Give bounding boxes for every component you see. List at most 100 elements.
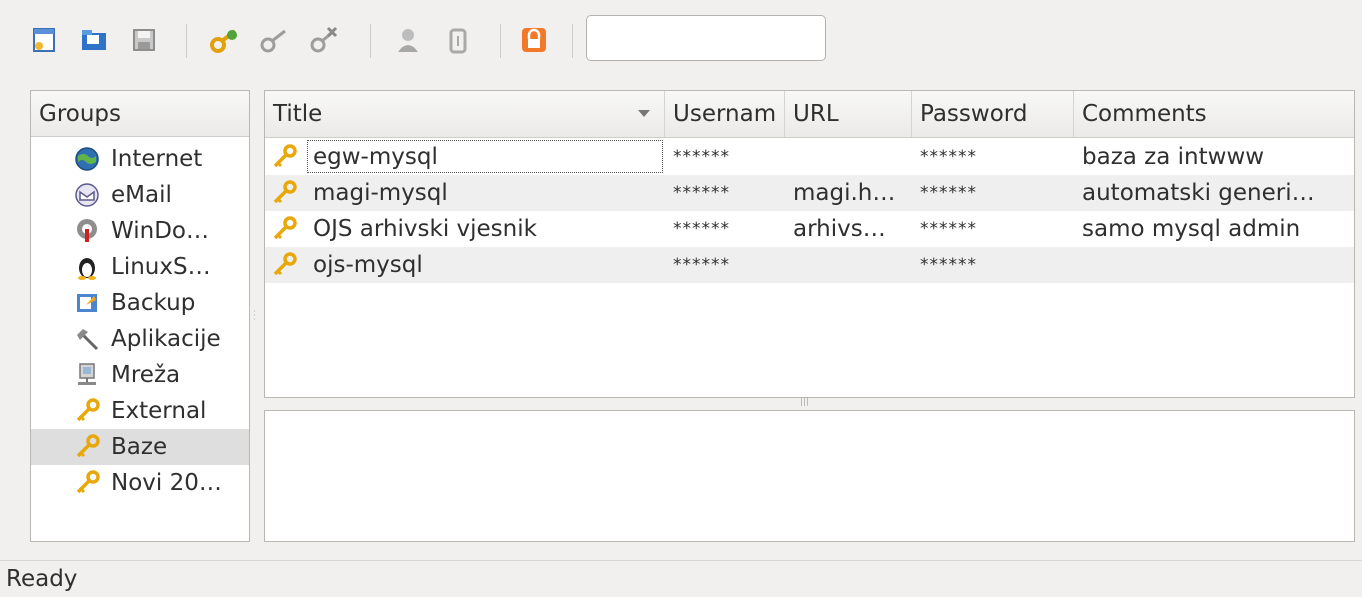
- column-header-label: Usernam: [673, 101, 777, 127]
- entry-comments: baza za intwww: [1082, 144, 1265, 170]
- copy-password-icon: [449, 28, 467, 54]
- group-label: LinuxS…: [111, 254, 211, 280]
- lock-workspace-icon: [522, 28, 546, 52]
- key-icon: [73, 469, 101, 497]
- group-item-mreza[interactable]: Mreža: [31, 357, 249, 393]
- group-label: WinDo…: [111, 218, 209, 244]
- entry-password: ******: [920, 219, 977, 239]
- key-icon: [271, 211, 301, 247]
- entry-url: magi.h…: [793, 180, 896, 206]
- key-icon: [271, 247, 301, 283]
- group-item-novi[interactable]: Novi 20…: [31, 465, 249, 501]
- group-item-internet[interactable]: Internet: [31, 141, 249, 177]
- groups-panel: Groups Internet eMail WinDo… LinuxS… Bac…: [30, 90, 250, 542]
- entry-username: ******: [673, 147, 730, 167]
- column-headers: Title Usernam URL Password Comments: [265, 91, 1354, 138]
- group-item-email[interactable]: eMail: [31, 177, 249, 213]
- groups-header[interactable]: Groups: [31, 91, 249, 137]
- column-header-label: Title: [273, 101, 323, 127]
- key-icon: [271, 175, 301, 211]
- group-label: eMail: [111, 182, 172, 208]
- column-header-url[interactable]: URL: [785, 91, 912, 137]
- save-database-button[interactable]: [126, 22, 162, 58]
- entry-comments: samo mysql admin: [1082, 216, 1301, 242]
- status-bar: Ready: [0, 560, 1362, 597]
- new-database-icon: [33, 28, 55, 52]
- add-entry-icon: [210, 29, 237, 53]
- entry-url: [793, 247, 908, 283]
- table-row[interactable]: OJS arhivski vjesnik ****** arhivs… ****…: [265, 211, 1354, 247]
- entry-username: ******: [673, 255, 730, 275]
- toolbar-separator: [370, 24, 371, 58]
- entries-table: Title Usernam URL Password Comments egw-…: [264, 90, 1355, 398]
- entry-password: ******: [920, 147, 977, 167]
- copy-username-button[interactable]: [390, 22, 426, 58]
- entry-username: ******: [673, 219, 730, 239]
- save-database-icon: [133, 29, 155, 51]
- entry-title: egw-mysql: [313, 144, 438, 170]
- toolbar-separator: [186, 24, 187, 58]
- group-item-linux[interactable]: LinuxS…: [31, 249, 249, 285]
- search-input[interactable]: [586, 15, 826, 61]
- key-icon: [73, 397, 101, 425]
- lock-workspace-button[interactable]: [516, 22, 552, 58]
- table-row[interactable]: ojs-mysql ****** ******: [265, 247, 1354, 283]
- table-row[interactable]: egw-mysql ****** ****** baza za intwww: [265, 139, 1354, 175]
- group-item-external[interactable]: External: [31, 393, 249, 429]
- sort-descending-icon: [638, 110, 650, 117]
- globe-icon: [73, 145, 101, 173]
- status-text: Ready: [6, 566, 78, 592]
- edit-entry-button[interactable]: [256, 22, 292, 58]
- table-row[interactable]: magi-mysql ****** magi.h… ****** automat…: [265, 175, 1354, 211]
- edit-entry-icon: [260, 29, 286, 53]
- toolbar-separator: [572, 24, 573, 58]
- toolbar-separator: [500, 24, 501, 58]
- column-header-password[interactable]: Password: [912, 91, 1074, 137]
- group-label: Aplikacije: [111, 326, 221, 352]
- group-label: Baze: [111, 434, 168, 460]
- entry-details-panel: [264, 410, 1355, 542]
- network-icon: [73, 361, 101, 389]
- column-header-label: URL: [793, 101, 839, 127]
- tux-icon: [73, 253, 101, 281]
- vertical-splitter-handle[interactable]: · · ·: [253, 308, 256, 325]
- group-item-aplikacije[interactable]: Aplikacije: [31, 321, 249, 357]
- envelope-icon: [73, 181, 101, 209]
- column-header-username[interactable]: Usernam: [665, 91, 785, 137]
- group-item-backup[interactable]: Backup: [31, 285, 249, 321]
- delete-entry-button[interactable]: [306, 22, 342, 58]
- delete-entry-icon: [310, 26, 338, 53]
- entry-comments: [1082, 247, 1352, 283]
- group-item-windows[interactable]: WinDo…: [31, 213, 249, 249]
- group-label: External: [111, 398, 207, 424]
- group-label: Internet: [111, 146, 203, 172]
- entry-password: ******: [920, 183, 977, 203]
- copy-password-button[interactable]: [440, 22, 476, 58]
- entry-comments: automatski generi…: [1082, 180, 1315, 206]
- open-database-button[interactable]: [76, 22, 112, 58]
- groups-header-label: Groups: [39, 100, 122, 127]
- entry-url: arhivs…: [793, 216, 886, 242]
- entry-url: [793, 139, 908, 175]
- entry-title: OJS arhivski vjesnik: [313, 216, 537, 242]
- open-database-icon: [82, 30, 106, 50]
- add-entry-button[interactable]: [206, 22, 242, 58]
- backup-icon: [73, 289, 101, 317]
- horizontal-splitter-handle[interactable]: |||: [800, 397, 809, 407]
- column-header-title[interactable]: Title: [265, 91, 665, 137]
- entry-title: ojs-mysql: [313, 252, 423, 278]
- group-label: Novi 20…: [111, 470, 222, 496]
- entry-password: ******: [920, 255, 977, 275]
- column-header-label: Comments: [1082, 101, 1207, 127]
- new-database-button[interactable]: [26, 22, 62, 58]
- copy-username-icon: [398, 29, 418, 52]
- key-icon: [73, 433, 101, 461]
- column-header-comments[interactable]: Comments: [1074, 91, 1354, 137]
- hammer-icon: [73, 325, 101, 353]
- group-item-baze[interactable]: Baze: [31, 429, 249, 465]
- key-icon: [271, 139, 301, 175]
- group-label: Backup: [111, 290, 196, 316]
- group-label: Mreža: [111, 362, 181, 388]
- entry-title: magi-mysql: [313, 180, 448, 206]
- column-header-label: Password: [920, 101, 1028, 127]
